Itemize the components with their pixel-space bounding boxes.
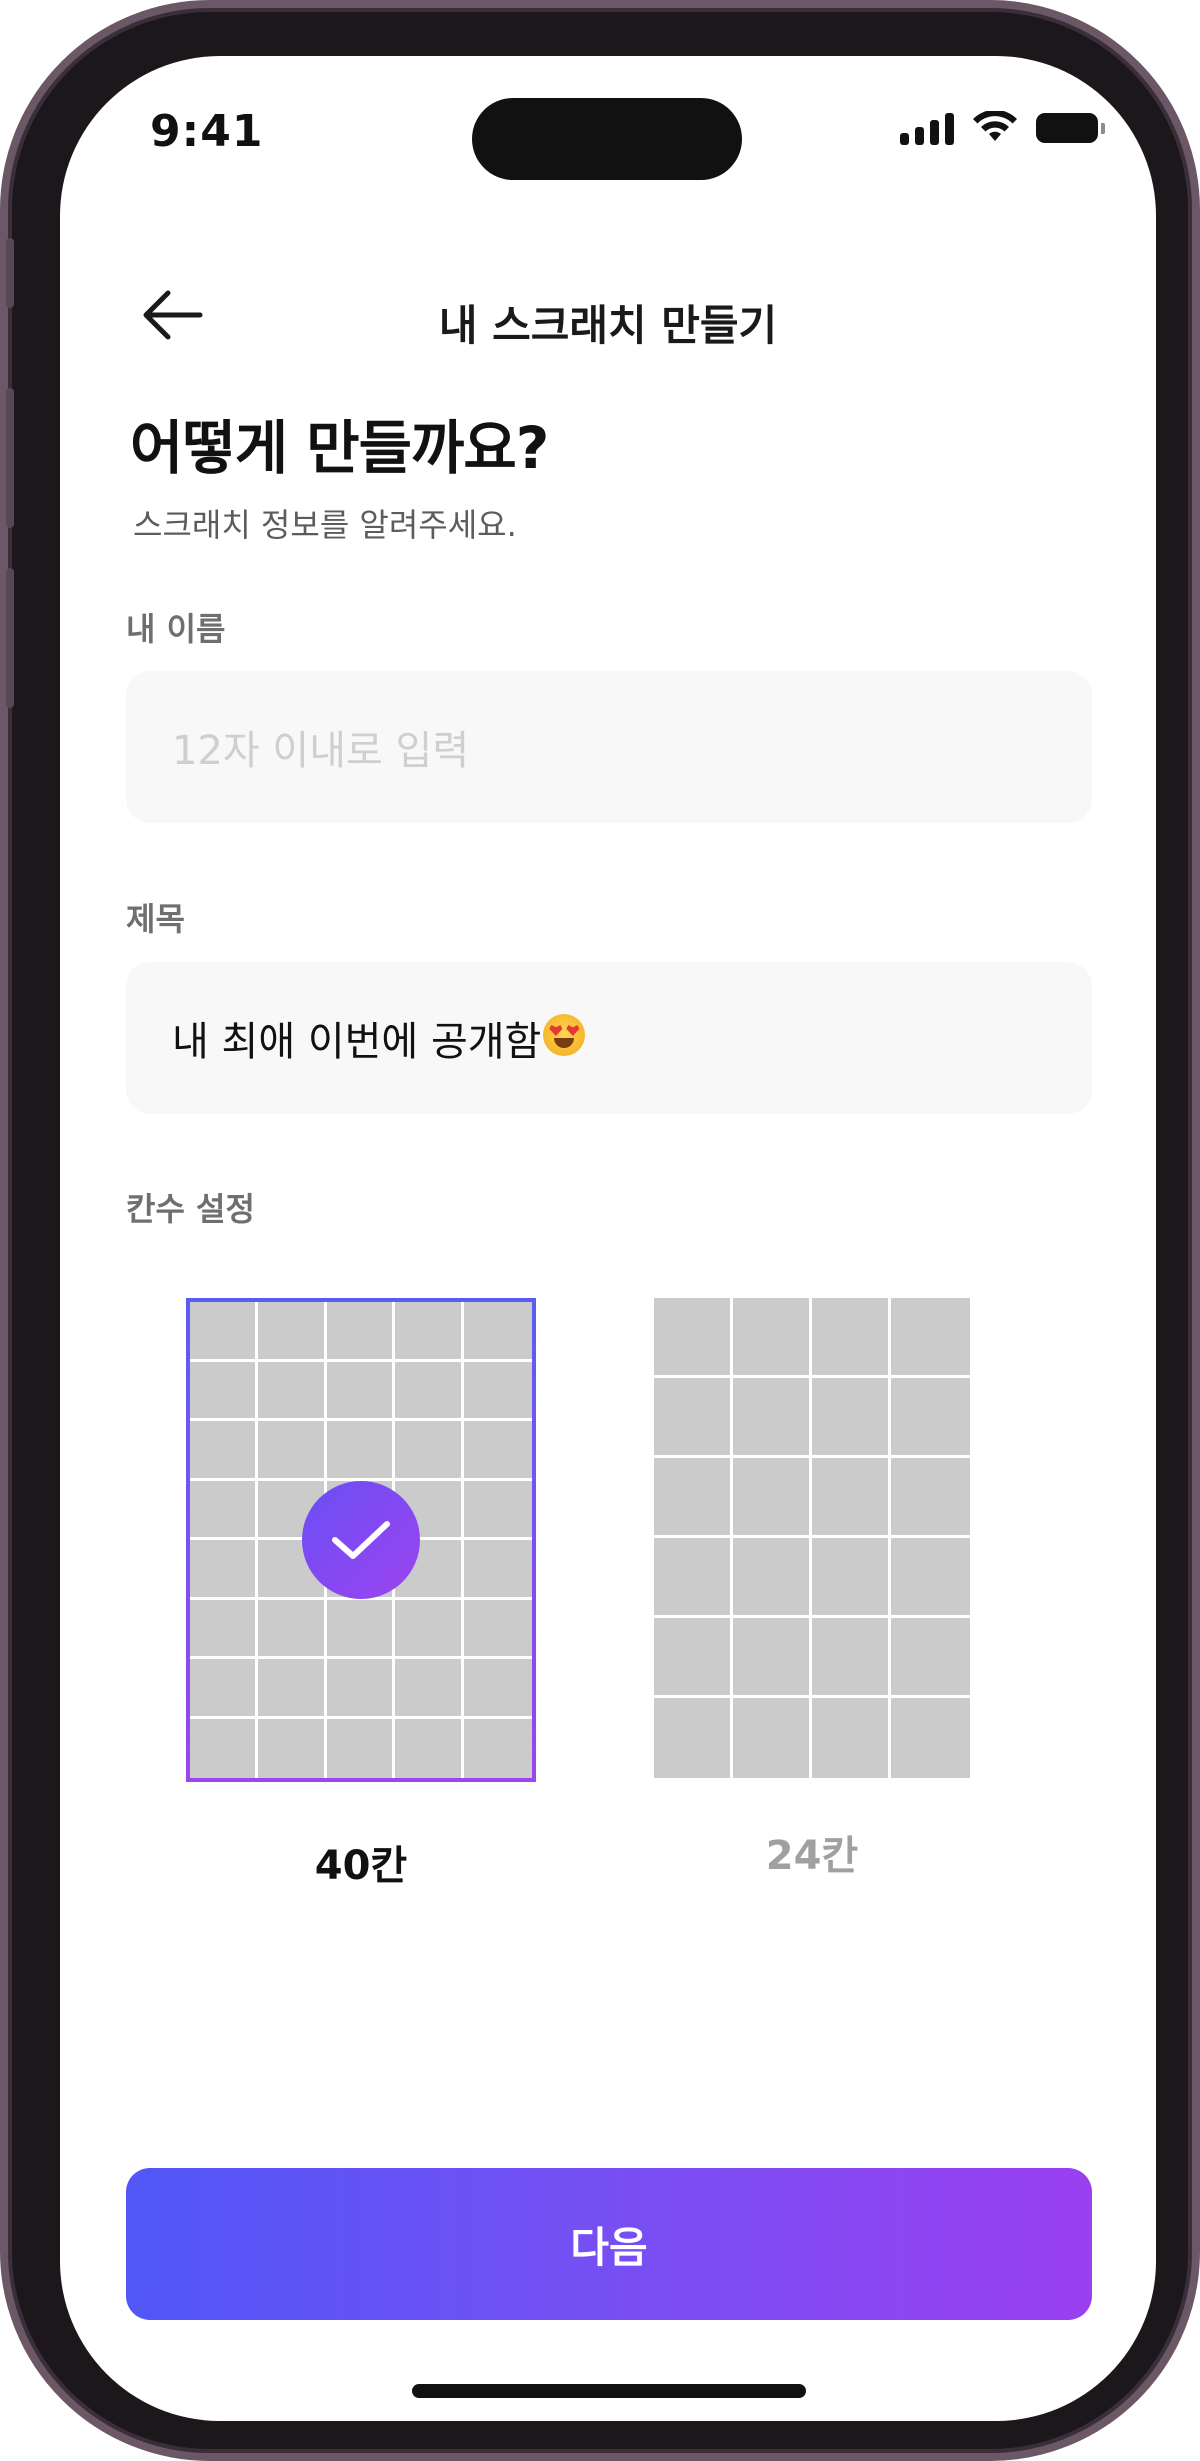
grid-cell [395, 1718, 464, 1778]
battery-icon [1036, 113, 1105, 143]
status-time: 9:41 [150, 106, 264, 157]
grid-cell [654, 1698, 733, 1778]
status-bar: 9:41 [60, 56, 1156, 206]
grid-cell [190, 1718, 259, 1778]
grid-cell [190, 1361, 259, 1421]
grid-cell [326, 1361, 396, 1421]
grid-cell [464, 1719, 532, 1779]
page-subheading: 스크래치 정보를 알려주세요. [133, 506, 517, 544]
title-input[interactable]: 내 최애 이번에 공개함 [126, 962, 1092, 1114]
grid-cell [891, 1458, 970, 1538]
grid-cell [812, 1298, 891, 1378]
grid-cell [395, 1659, 464, 1719]
grid-cell [654, 1458, 733, 1538]
grid-cell [395, 1361, 464, 1421]
cellular-signal-icon [900, 111, 954, 145]
grid-cell [190, 1599, 259, 1659]
title-input-value: 내 최애 이번에 공개함 [172, 1019, 542, 1065]
grid-cell [463, 1481, 532, 1540]
grid-cell [463, 1540, 532, 1600]
grid-cell [733, 1298, 812, 1378]
grid-option-label: 24칸 [765, 1833, 859, 1879]
wifi-icon [973, 111, 1017, 141]
grid-cell [326, 1599, 396, 1659]
grid-cell [258, 1302, 327, 1362]
grid-option-label: 40칸 [314, 1843, 408, 1889]
grid-cell [463, 1600, 532, 1659]
grid-cell [463, 1659, 532, 1719]
grid-cell [463, 1362, 532, 1421]
grid-cell [326, 1421, 396, 1481]
grid-cell [326, 1302, 396, 1362]
action-button [6, 238, 14, 308]
grid-cell [395, 1302, 464, 1362]
page-heading: 어떻게 만들까요? [130, 414, 549, 482]
title-label: 제목 [126, 900, 185, 938]
name-label: 내 이름 [126, 610, 226, 648]
next-button[interactable]: 다음 [126, 2168, 1092, 2320]
grid-cell [190, 1421, 259, 1481]
app-screen: 9:41 내 스크래치 만들기 어떻게 만들까요? 스크래치 정보를 알려주세요… [60, 56, 1156, 2421]
grid-option-40[interactable]: 40칸 [186, 1298, 536, 1898]
nav-title: 내 스크래치 만들기 [438, 301, 778, 350]
checkmark-icon [332, 1521, 390, 1559]
grid-cell [812, 1458, 891, 1538]
grid-cell [891, 1698, 970, 1778]
grid-cell [654, 1378, 733, 1458]
grid-cell [654, 1538, 733, 1618]
grid-cell [891, 1538, 970, 1618]
grid-cell [258, 1599, 327, 1659]
grid-count-label: 칸수 설정 [126, 1190, 255, 1228]
grid-cell [190, 1659, 259, 1719]
grid-cell [258, 1361, 327, 1421]
grid-cell [891, 1378, 970, 1458]
grid-cell [812, 1698, 891, 1778]
home-indicator [412, 2384, 806, 2398]
grid-cell [733, 1458, 812, 1538]
grid-cell [654, 1618, 733, 1698]
volume-down-button [6, 568, 14, 708]
phone-frame: 9:41 내 스크래치 만들기 어떻게 만들까요? 스크래치 정보를 알려주세요… [0, 0, 1200, 2461]
grid-cell [463, 1302, 532, 1362]
name-input[interactable]: 12자 이내로 입력 [126, 671, 1092, 823]
navigation-bar: 내 스크래치 만들기 [60, 256, 1156, 376]
volume-up-button [6, 388, 14, 528]
grid-cell [891, 1618, 970, 1698]
grid-cell [733, 1538, 812, 1618]
grid-cell [190, 1540, 259, 1600]
grid-cell [258, 1421, 327, 1481]
grid-preview-24 [654, 1298, 970, 1778]
grid-cell [326, 1659, 396, 1719]
grid-cell [463, 1421, 532, 1481]
grid-cell [190, 1302, 259, 1362]
grid-cell [733, 1378, 812, 1458]
grid-cell [733, 1618, 812, 1698]
status-icons [900, 111, 1105, 145]
grid-cell [327, 1718, 396, 1778]
grid-cell [258, 1659, 327, 1719]
grid-cell [395, 1599, 464, 1659]
grid-cell [812, 1618, 891, 1698]
grid-cell [395, 1421, 464, 1481]
grid-option-24[interactable]: 24칸 [654, 1298, 970, 1898]
grid-cell [258, 1718, 327, 1778]
grid-cell [733, 1698, 812, 1778]
grid-cell [190, 1480, 259, 1540]
grid-cell [654, 1298, 733, 1378]
grid-cell [891, 1298, 970, 1378]
dynamic-island [472, 98, 742, 180]
grid-cell [812, 1378, 891, 1458]
heart-eyes-emoji-icon [543, 1014, 586, 1056]
selected-check-badge [302, 1481, 420, 1599]
grid-cell [812, 1538, 891, 1618]
